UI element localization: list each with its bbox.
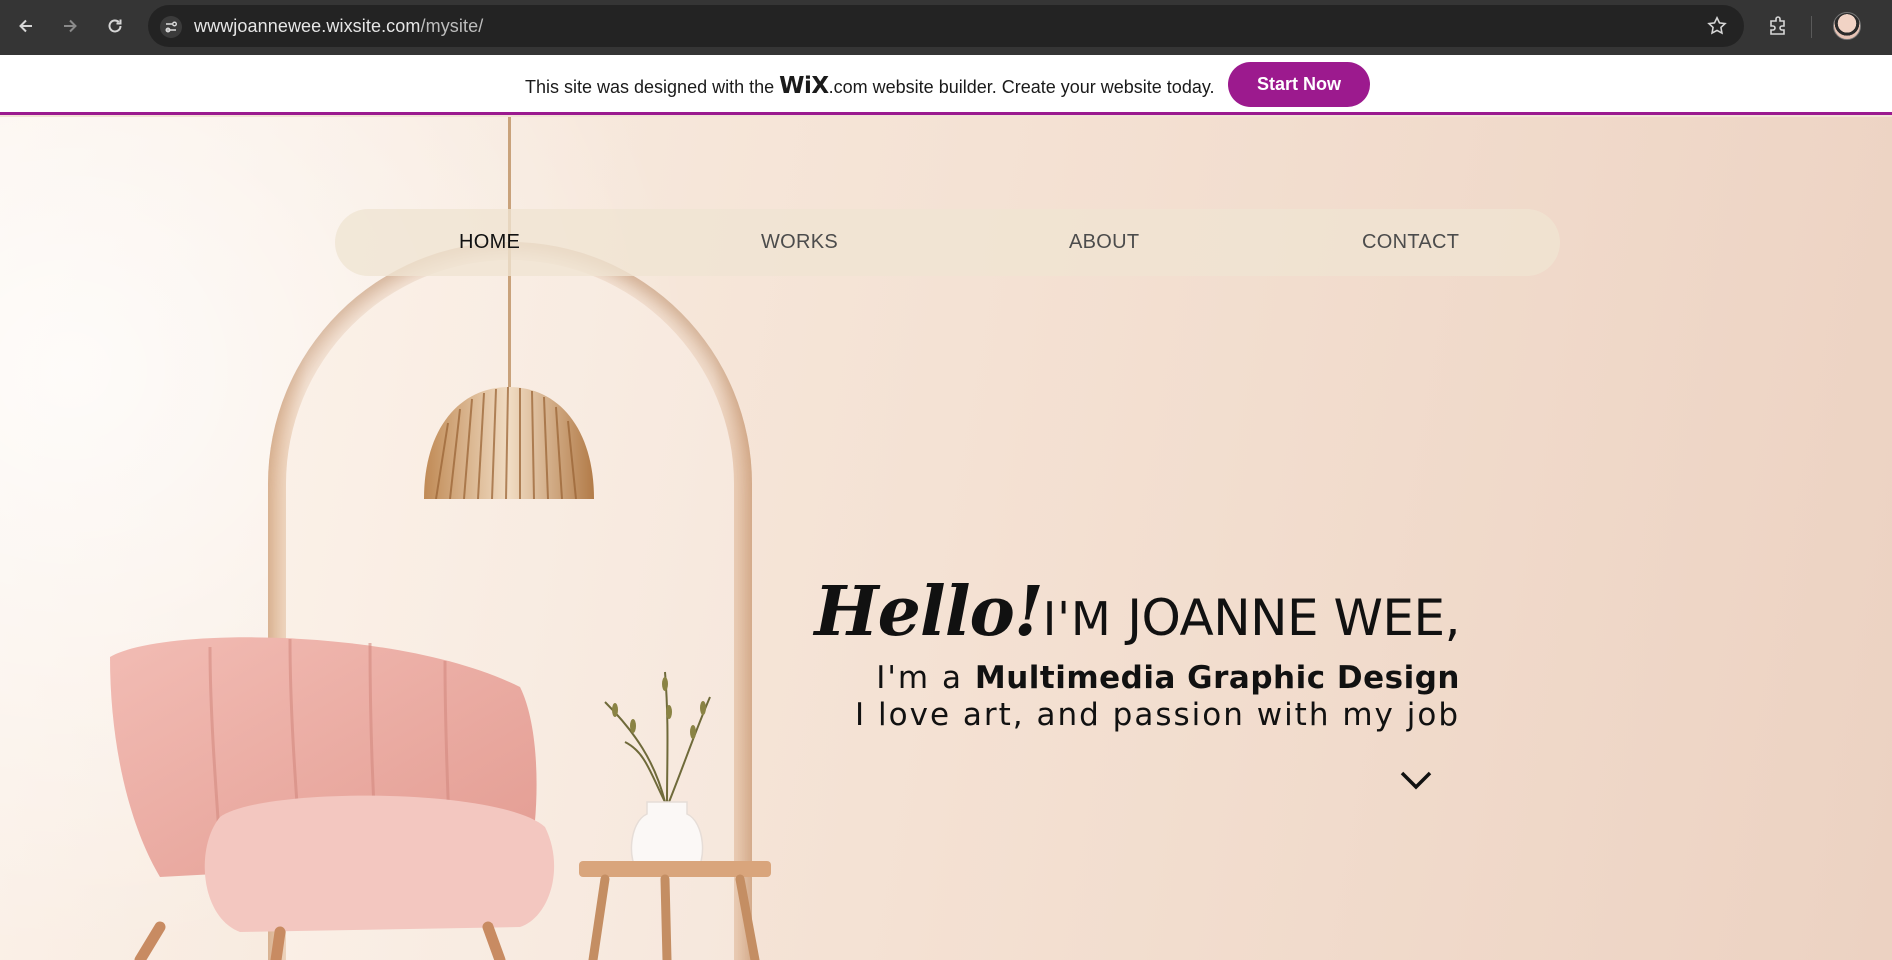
- start-now-button[interactable]: Start Now: [1228, 62, 1370, 107]
- wix-banner-text: This site was designed with the WiX.com …: [525, 73, 1215, 99]
- reload-icon[interactable]: [101, 12, 129, 40]
- side-table-image: [579, 861, 771, 960]
- pink-armchair-image: [110, 637, 555, 960]
- site-info-icon[interactable]: [160, 16, 182, 38]
- wix-promo-banner: This site was designed with the WiX.com …: [0, 55, 1892, 115]
- nav-contact[interactable]: CONTACT: [1362, 231, 1459, 254]
- address-bar[interactable]: wwwjoannewee.wixsite.com/mysite/: [148, 5, 1744, 47]
- plant-vase-image: [604, 671, 711, 872]
- im-text: I'M: [1042, 592, 1128, 646]
- wix-logo-suffix: .com: [828, 77, 868, 97]
- hero-tagline-passion: I love art, and passion with my job: [855, 697, 1460, 733]
- back-icon[interactable]: [12, 12, 40, 40]
- browser-toolbar: wwwjoannewee.wixsite.com/mysite/: [0, 0, 1892, 55]
- hero-tagline-role: I'm a Multimedia Graphic Design: [876, 660, 1460, 696]
- nav-works[interactable]: WORKS: [761, 231, 838, 254]
- hero-section: HOME WORKS ABOUT CONTACT Hello!I'M JOANN…: [0, 117, 1892, 960]
- pendant-lamp-image: [424, 386, 594, 499]
- bookmark-star-icon[interactable]: [1706, 15, 1728, 37]
- chevron-down-icon[interactable]: [1398, 767, 1434, 793]
- hero-headline: Hello!I'M JOANNE WEE,: [814, 572, 1460, 652]
- name-text: JOANNE WEE,: [1127, 589, 1460, 647]
- url-text[interactable]: wwwjoannewee.wixsite.com/mysite/: [194, 16, 483, 37]
- forward-icon[interactable]: [56, 12, 84, 40]
- nav-home[interactable]: HOME: [459, 231, 520, 254]
- profile-avatar[interactable]: [1833, 12, 1861, 40]
- hello-script-text: Hello!: [814, 572, 1043, 652]
- main-navigation: HOME WORKS ABOUT CONTACT: [335, 209, 1560, 276]
- toolbar-divider: [1811, 16, 1812, 38]
- wix-logo[interactable]: WiX: [779, 73, 829, 99]
- extensions-icon[interactable]: [1764, 12, 1792, 40]
- nav-about[interactable]: ABOUT: [1069, 231, 1139, 254]
